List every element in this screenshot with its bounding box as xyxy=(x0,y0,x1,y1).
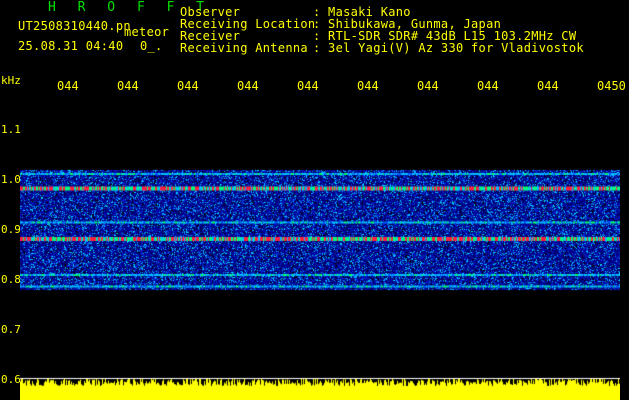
y-tick-label: 1.1 xyxy=(1,123,21,136)
mark: 0_. xyxy=(140,39,163,53)
x-tick-label: 044 xyxy=(57,79,79,93)
y-tick-label: 0.8 xyxy=(1,273,21,286)
y-tick-label: 0.6 xyxy=(1,373,21,386)
y-tick-label: 0.7 xyxy=(1,323,21,336)
x-tick-label: 044 xyxy=(477,79,499,93)
x-tick-label: 044 xyxy=(117,79,139,93)
spectrogram-canvas xyxy=(20,100,620,400)
x-tick-label: 044 xyxy=(357,79,379,93)
antenna-label: Receiving Antenna xyxy=(180,41,308,55)
antenna-value: : 3el Yagi(V) Az 330 for Vladivostok xyxy=(313,41,584,55)
x-tick-label: 044 xyxy=(537,79,559,93)
x-tick-label: 0450 xyxy=(597,79,626,93)
datetime: 25.08.31 04:40 xyxy=(18,39,124,53)
x-tick-label: 044 xyxy=(237,79,259,93)
x-tick-label: 044 xyxy=(297,79,319,93)
y-tick-label: 1.0 xyxy=(1,173,21,186)
x-tick-label: 044 xyxy=(417,79,439,93)
filename: UT2508310440.pn xyxy=(18,19,131,33)
mode-label: meteor xyxy=(124,25,170,39)
y-tick-label: 0.9 xyxy=(1,223,21,236)
y-axis-unit: kHz xyxy=(1,74,21,87)
x-tick-label: 044 xyxy=(177,79,199,93)
